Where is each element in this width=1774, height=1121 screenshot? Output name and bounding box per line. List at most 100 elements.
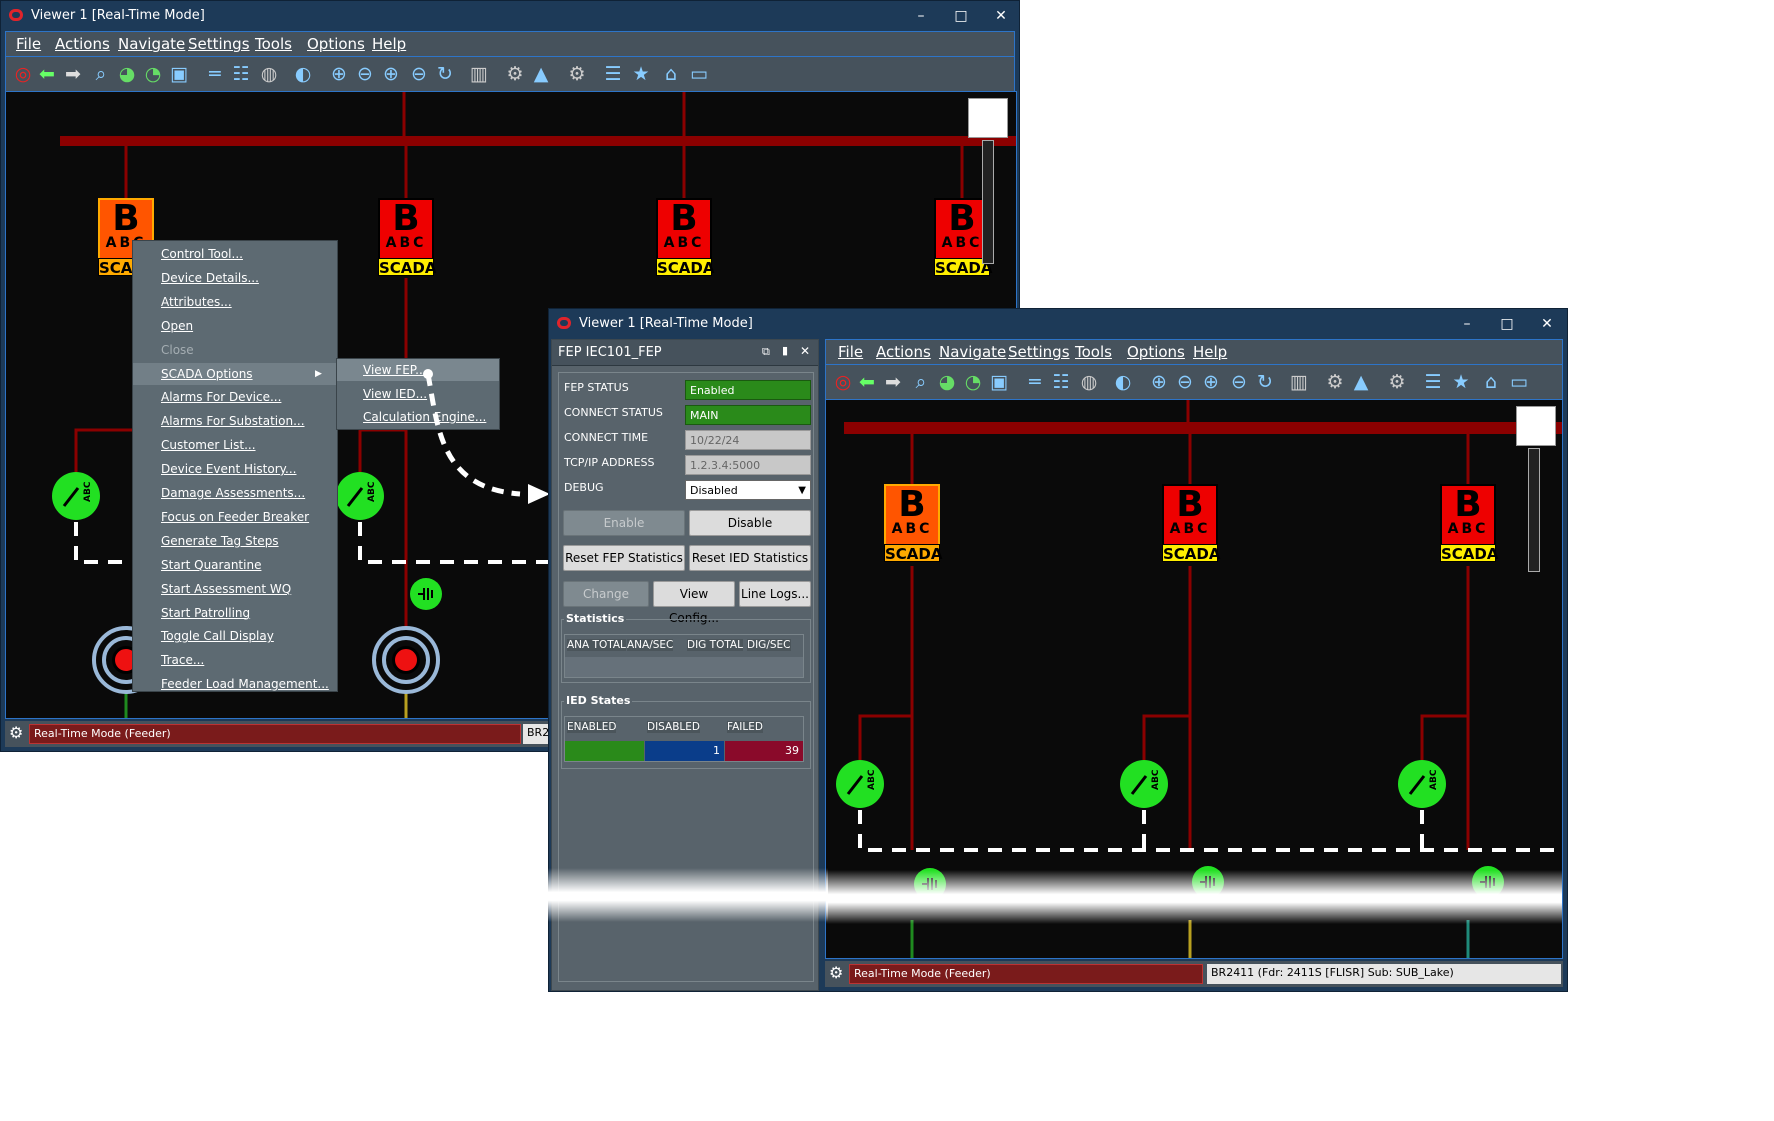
submenu-item-view-fep[interactable]: View FEP... xyxy=(363,363,427,377)
menu-tools[interactable]: Tools xyxy=(255,35,292,53)
context-item-start-assessment-wq[interactable]: Start Assessment WQ xyxy=(161,582,291,596)
context-item-device-event-history[interactable]: Device Event History... xyxy=(161,462,296,476)
eye-slash-icon[interactable]: ◐ xyxy=(292,63,314,85)
abc-refresh-icon[interactable]: ↻ xyxy=(1254,371,1276,393)
search-icon[interactable]: ⌕ xyxy=(910,371,932,393)
zoom-out-icon[interactable]: ⊖ xyxy=(408,63,430,85)
switch-1[interactable]: ABC xyxy=(836,760,884,808)
eye-slash-icon[interactable]: ◐ xyxy=(1112,371,1134,393)
panel-close-icon[interactable]: ✕ xyxy=(800,344,810,358)
disable-button[interactable]: Disable xyxy=(689,510,811,536)
device-target-2[interactable] xyxy=(372,626,440,694)
zoom-nav-control[interactable] xyxy=(1516,406,1556,446)
breaker-1[interactable]: B ABC SCADA xyxy=(884,484,942,563)
globe-refresh-icon[interactable]: ◔ xyxy=(142,63,164,85)
zoom-slider[interactable] xyxy=(982,140,994,264)
context-item-customer-list[interactable]: Customer List... xyxy=(161,438,256,452)
small-device-1[interactable] xyxy=(410,578,442,610)
menu-help[interactable]: Help xyxy=(372,35,406,53)
chat-icon[interactable]: ▭ xyxy=(688,63,710,85)
link-icon[interactable]: ═ xyxy=(1024,371,1046,393)
chat-icon[interactable]: ▭ xyxy=(1508,371,1530,393)
change-active-button[interactable]: Change Active xyxy=(563,581,649,625)
zoom-in-icon[interactable]: ⊕ xyxy=(380,63,402,85)
view-config-button[interactable]: View Config... xyxy=(653,581,735,625)
abc-minus-icon[interactable]: ⊖ xyxy=(354,63,376,85)
breaker-3[interactable]: B ABC SCADA xyxy=(656,198,714,277)
reset-ied-statistics-button[interactable]: Reset IED Statistics xyxy=(689,545,811,571)
context-item-toggle-call-display[interactable]: Toggle Call Display xyxy=(161,629,274,643)
pin-icon[interactable]: ▮ xyxy=(782,344,788,357)
context-item-start-quarantine[interactable]: Start Quarantine xyxy=(161,558,261,572)
menu-actions[interactable]: Actions xyxy=(55,35,110,53)
minimize-button[interactable]: – xyxy=(907,5,935,27)
minimize-button[interactable]: – xyxy=(1453,313,1481,335)
context-item-device-details[interactable]: Device Details... xyxy=(161,271,259,285)
tree-icon[interactable]: ☷ xyxy=(1050,371,1072,393)
globe-add-icon[interactable]: ◕ xyxy=(116,63,138,85)
back-arrow-icon[interactable]: ⬅ xyxy=(36,63,58,85)
menu-tools[interactable]: Tools xyxy=(1075,343,1112,361)
home-icon[interactable]: ⌂ xyxy=(1480,371,1502,393)
switch-1[interactable]: ABC xyxy=(52,472,100,520)
globe-refresh-icon[interactable]: ◔ xyxy=(962,371,984,393)
enable-button[interactable]: Enable xyxy=(563,510,685,536)
menu-settings[interactable]: Settings xyxy=(188,35,250,53)
context-item-feeder-load-management[interactable]: Feeder Load Management... xyxy=(161,677,329,691)
context-item-focus-on-feeder-breaker[interactable]: Focus on Feeder Breaker xyxy=(161,510,309,524)
context-item-scada-options[interactable]: SCADA Options xyxy=(161,367,253,381)
context-item-damage-assessments[interactable]: Damage Assessments... xyxy=(161,486,305,500)
close-button[interactable]: ✕ xyxy=(1533,313,1561,335)
settings-icon[interactable]: ⚙ xyxy=(566,63,588,85)
context-item-alarms-for-device[interactable]: Alarms For Device... xyxy=(161,390,281,404)
line-logs-button[interactable]: Line Logs... xyxy=(739,581,811,607)
zoom-in-icon[interactable]: ⊕ xyxy=(1200,371,1222,393)
zoom-nav-control[interactable] xyxy=(968,98,1008,138)
context-item-alarms-for-substation[interactable]: Alarms For Substation... xyxy=(161,414,305,428)
menu-navigate[interactable]: Navigate xyxy=(118,35,185,53)
context-item-attributes[interactable]: Attributes... xyxy=(161,295,232,309)
menu-settings[interactable]: Settings xyxy=(1008,343,1070,361)
globe-add-icon[interactable]: ◕ xyxy=(936,371,958,393)
camera-icon[interactable]: ▣ xyxy=(988,371,1010,393)
back-arrow-icon[interactable]: ⬅ xyxy=(856,371,878,393)
diagram-canvas[interactable]: B ABC SCADA B ABC SCADA B ABC SCADA ABC ABC… xyxy=(825,399,1563,959)
building-icon[interactable]: ▥ xyxy=(468,63,490,85)
settings-icon[interactable]: ⚙ xyxy=(1386,371,1408,393)
breaker-2[interactable]: B ABC SCADA xyxy=(1162,484,1220,563)
globe-icon[interactable]: ◍ xyxy=(258,63,280,85)
zoom-slider[interactable] xyxy=(1528,448,1540,572)
link-icon[interactable]: ═ xyxy=(204,63,226,85)
building-icon[interactable]: ▥ xyxy=(1288,371,1310,393)
tree-icon[interactable]: ☷ xyxy=(230,63,252,85)
gear-icon[interactable]: ⚙ xyxy=(504,63,526,85)
menu-options[interactable]: Options xyxy=(307,35,365,53)
forward-arrow-icon[interactable]: ➡ xyxy=(62,63,84,85)
submenu-item-view-ied[interactable]: View IED... xyxy=(363,387,427,401)
list-icon[interactable]: ☰ xyxy=(1422,371,1444,393)
maximize-button[interactable]: □ xyxy=(1493,313,1521,335)
forward-arrow-icon[interactable]: ➡ xyxy=(882,371,904,393)
context-item-control-tool[interactable]: Control Tool... xyxy=(161,247,243,261)
home-icon[interactable]: ⌂ xyxy=(660,63,682,85)
context-item-generate-tag-steps[interactable]: Generate Tag Steps xyxy=(161,534,279,548)
breaker-3[interactable]: B ABC SCADA xyxy=(1440,484,1498,563)
switch-2[interactable]: ABC xyxy=(1120,760,1168,808)
reset-fep-statistics-button[interactable]: Reset FEP Statistics xyxy=(563,545,685,571)
list-icon[interactable]: ☰ xyxy=(602,63,624,85)
graduation-cap-icon[interactable]: ▲ xyxy=(1350,371,1372,393)
context-item-start-patrolling[interactable]: Start Patrolling xyxy=(161,606,250,620)
abc-refresh-icon[interactable]: ↻ xyxy=(434,63,456,85)
maximize-button[interactable]: □ xyxy=(947,5,975,27)
switch-3[interactable]: ABC xyxy=(1398,760,1446,808)
menu-file[interactable]: File xyxy=(838,343,863,361)
target-icon[interactable]: ◎ xyxy=(12,63,34,85)
abc-minus-icon[interactable]: ⊖ xyxy=(1174,371,1196,393)
network-icon[interactable]: ★ xyxy=(630,63,652,85)
network-icon[interactable]: ★ xyxy=(1450,371,1472,393)
menu-actions[interactable]: Actions xyxy=(876,343,931,361)
target-icon[interactable]: ◎ xyxy=(832,371,854,393)
abc-plus-icon[interactable]: ⊕ xyxy=(1148,371,1170,393)
close-button[interactable]: ✕ xyxy=(987,5,1015,27)
menu-options[interactable]: Options xyxy=(1127,343,1185,361)
